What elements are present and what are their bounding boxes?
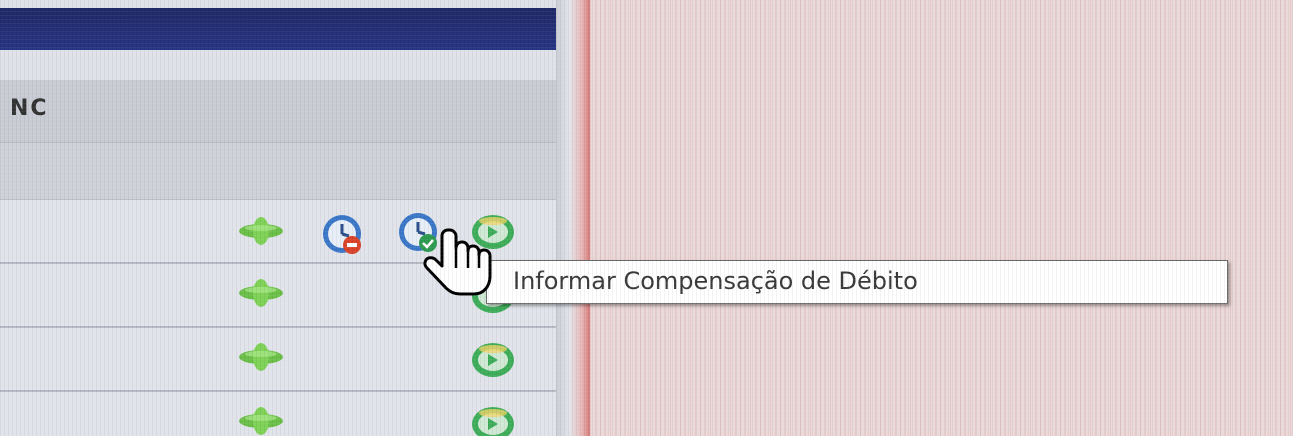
grid-filter-row — [0, 143, 556, 200]
add-icon[interactable] — [236, 342, 286, 372]
column-header: NC — [10, 96, 49, 121]
table-row — [0, 328, 556, 392]
content-area — [590, 0, 1293, 436]
clock-red-badge-icon[interactable] — [320, 212, 364, 256]
table-row — [0, 392, 556, 436]
view-disc-icon[interactable] — [470, 340, 516, 380]
tooltip-text: Informar Compensação de Débito — [513, 267, 918, 295]
tooltip: Informar Compensação de Débito — [486, 260, 1228, 304]
grid-header-row: NC — [0, 80, 556, 143]
panel-splitter[interactable] — [556, 0, 590, 436]
panel-title-bar — [0, 8, 556, 50]
hand-pointer-cursor-icon — [423, 228, 492, 296]
grid-panel: NC — [0, 0, 556, 436]
add-icon[interactable] — [236, 406, 286, 436]
screen: NC Informar Compensação de Débito — [0, 0, 1293, 436]
add-icon[interactable] — [236, 216, 286, 246]
view-disc-icon[interactable] — [470, 404, 516, 436]
add-icon[interactable] — [236, 278, 286, 308]
